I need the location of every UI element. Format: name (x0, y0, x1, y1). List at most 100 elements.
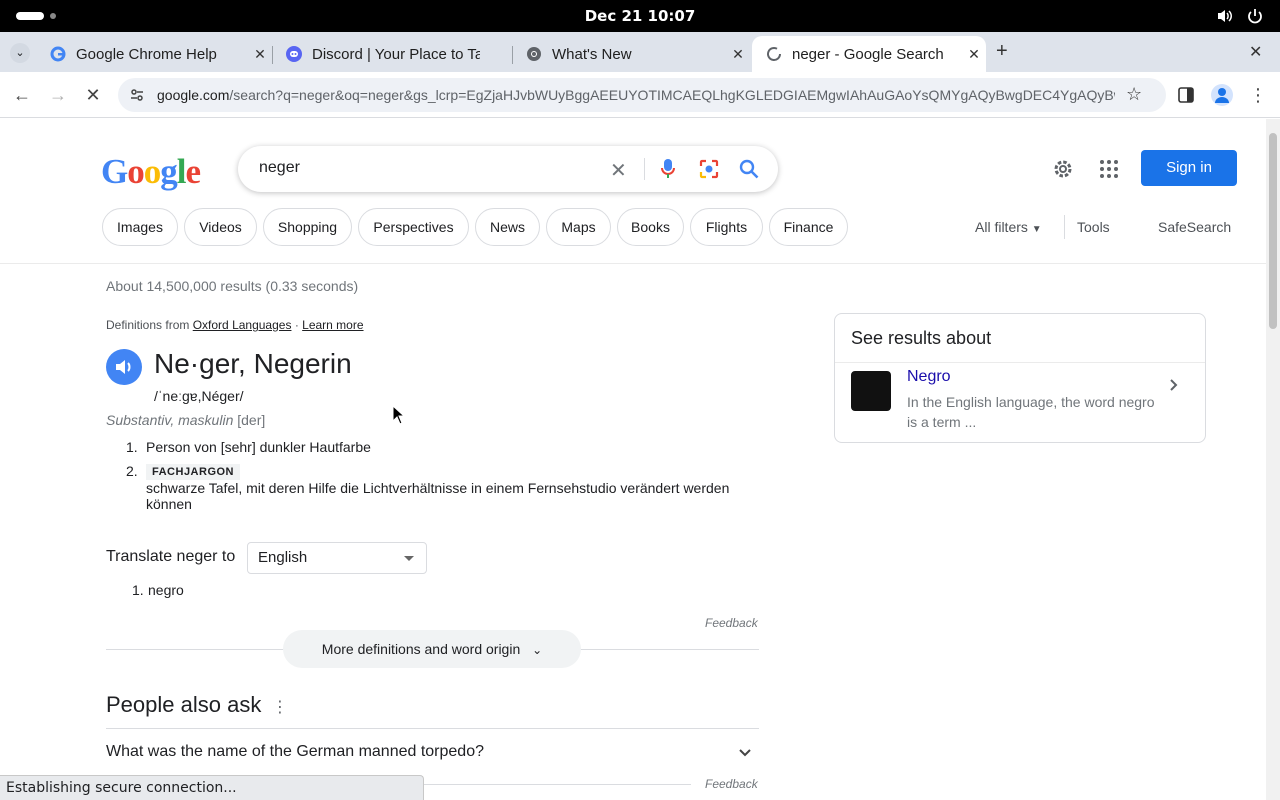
clear-search-icon[interactable]: ✕ (610, 158, 627, 183)
tab-close-icon[interactable]: ✕ (962, 46, 986, 63)
tab-title: What's New (552, 45, 632, 63)
dictionary-feedback-link[interactable]: Feedback (705, 616, 758, 630)
mouse-cursor-icon (392, 404, 406, 430)
volume-icon[interactable] (1216, 7, 1234, 29)
discord-icon (286, 46, 302, 62)
url-text[interactable]: google.com/search?q=neger&oq=neger&gs_lc… (157, 87, 1115, 103)
more-definitions-button[interactable]: More definitions and word origin ⌄ (283, 630, 581, 668)
stop-loading-icon[interactable]: ✕ (80, 82, 106, 108)
translate-label: Translate neger to (106, 548, 236, 565)
url-path: /search?q=neger&oq=neger&gs_lcrp=EgZjaHJ… (229, 87, 1115, 103)
site-info-icon[interactable] (129, 87, 145, 108)
paa-divider (106, 728, 759, 729)
all-filters-dropdown[interactable]: All filters ▼ (975, 219, 1042, 235)
google-g-icon (50, 46, 66, 62)
phonetic: /ˈneːɡɐ,Néger/ (154, 388, 244, 404)
sense-text: Person von [sehr] dunkler Hautfarbe (146, 439, 371, 455)
tab-title: neger - Google Search (792, 45, 944, 63)
chip-maps[interactable]: Maps (546, 208, 611, 246)
gender-label: [der] (237, 412, 266, 428)
selected-language: English (258, 549, 308, 566)
tab-search-chevron-icon[interactable]: ⌄ (10, 43, 30, 63)
header-divider (0, 263, 1266, 264)
tab-close-icon[interactable]: ✕ (726, 46, 750, 63)
translation-number: 1. (132, 582, 144, 598)
chip-images[interactable]: Images (102, 208, 178, 246)
more-options-icon[interactable]: ⋮ (272, 697, 288, 717)
power-icon[interactable] (1246, 7, 1264, 29)
side-panel-icon[interactable] (1177, 86, 1195, 109)
chip-finance[interactable]: Finance (769, 208, 848, 246)
status-bubble: Establishing secure connection... (0, 775, 424, 800)
sense-text: schwarze Tafel, mit deren Hilfe die Lich… (146, 480, 730, 512)
page-scrollbar[interactable] (1266, 119, 1280, 800)
chip-perspectives[interactable]: Perspectives (358, 208, 469, 246)
tab-google-chrome-help[interactable]: Google Chrome Help ✕ (36, 36, 272, 72)
profile-avatar-icon[interactable] (1211, 84, 1233, 106)
definitions-source-separator: · (294, 318, 299, 332)
sense-number: 2. (126, 463, 138, 479)
paa-feedback-link[interactable]: Feedback (705, 777, 758, 791)
nav-divider (1064, 215, 1065, 239)
back-icon[interactable]: ← (9, 82, 35, 108)
tab-whats-new[interactable]: What's New ✕ (512, 36, 750, 72)
chrome-menu-icon[interactable]: ⋮ (1245, 82, 1271, 108)
paa-question[interactable]: What was the name of the German manned t… (106, 743, 484, 761)
tab-title: Google Chrome Help (76, 45, 217, 63)
browser-toolbar: ← → ✕ google.com/search?q=neger&oq=neger… (0, 72, 1280, 118)
sense-number: 1. (126, 439, 138, 455)
lens-search-icon[interactable] (698, 158, 720, 185)
pos-label: Substantiv, maskulin (106, 412, 234, 428)
chevron-down-icon: ⌄ (532, 643, 543, 657)
system-top-bar: Dec 21 10:07 (0, 0, 1280, 32)
people-also-ask-title: People also ask (106, 692, 262, 717)
search-icon[interactable] (738, 158, 760, 185)
chip-news[interactable]: News (475, 208, 540, 246)
chip-flights[interactable]: Flights (690, 208, 763, 246)
page-content: Google neger ✕ Sign in Images Videos Sho… (0, 119, 1266, 800)
tab-close-icon[interactable]: ✕ (248, 46, 272, 63)
search-box[interactable]: neger ✕ (238, 146, 778, 192)
address-bar[interactable]: google.com/search?q=neger&oq=neger&gs_lc… (118, 78, 1166, 112)
tab-google-search[interactable]: neger - Google Search ✕ (752, 36, 986, 72)
pronounce-speaker-icon[interactable] (106, 349, 142, 385)
tab-discord[interactable]: Discord | Your Place to Talk (272, 36, 512, 72)
loading-icon (766, 46, 782, 62)
panel-heading: See results about (851, 328, 992, 348)
tab-title: Discord | Your Place to Talk (312, 45, 480, 63)
bookmark-star-icon[interactable]: ☆ (1126, 84, 1142, 105)
learn-more-link[interactable]: Learn more (302, 318, 363, 332)
chevron-down-icon[interactable] (738, 745, 752, 763)
more-definitions-label: More definitions and word origin (321, 641, 521, 657)
entity-thumbnail[interactable] (851, 371, 891, 411)
chip-books[interactable]: Books (617, 208, 684, 246)
safesearch-button[interactable]: SafeSearch (1158, 219, 1231, 235)
clock[interactable]: Dec 21 10:07 (0, 7, 1280, 25)
window-close-icon[interactable]: ✕ (1249, 42, 1262, 62)
search-input[interactable]: neger (259, 159, 300, 177)
definitions-source-prefix: Definitions from (106, 318, 190, 332)
headword: Ne·ger, Negerin (154, 348, 352, 379)
register-tag: FACHJARGON (146, 464, 241, 480)
search-divider (644, 158, 645, 180)
settings-gear-icon[interactable] (1051, 157, 1075, 186)
scrollbar-thumb[interactable] (1269, 133, 1277, 329)
chevron-right-icon[interactable] (1169, 376, 1179, 397)
google-doodle-logo[interactable]: Google (101, 152, 201, 192)
sign-in-button[interactable]: Sign in (1141, 150, 1237, 186)
tab-strip: ⌄ Google Chrome Help ✕ Discord | Your Pl… (0, 32, 1280, 72)
entity-description: In the English language, the word negro … (907, 394, 1155, 430)
forward-icon[interactable]: → (45, 82, 71, 108)
all-filters-label: All filters (975, 219, 1028, 235)
new-tab-icon[interactable]: + (996, 40, 1008, 63)
oxford-languages-link[interactable]: Oxford Languages (193, 318, 292, 332)
translate-language-select[interactable]: English (247, 542, 427, 574)
chip-shopping[interactable]: Shopping (263, 208, 352, 246)
tools-button[interactable]: Tools (1077, 219, 1110, 235)
entity-link[interactable]: Negro (907, 368, 951, 386)
voice-search-icon[interactable] (660, 158, 676, 185)
result-stats: About 14,500,000 results (0.33 seconds) (106, 278, 359, 294)
google-apps-icon[interactable] (1099, 159, 1119, 184)
see-results-about-panel: See results about Negro In the English l… (834, 313, 1206, 443)
chip-videos[interactable]: Videos (184, 208, 257, 246)
